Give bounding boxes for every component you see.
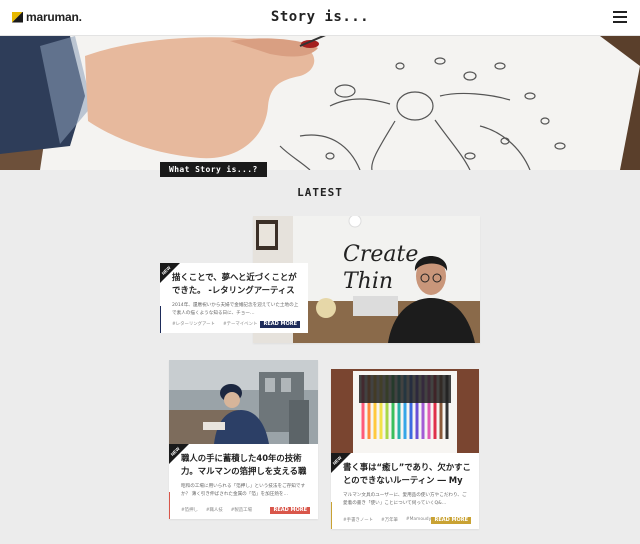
article-card-foil-stamping[interactable]: NEW 職人の手に蓄積した40年の技術力。マルマンの箔押しを支える職人（… 昭和… [169,360,318,519]
article-title[interactable]: 職人の手に蓄積した40年の技術力。マルマンの箔押しを支える職人（… [181,452,310,477]
article-title[interactable]: 書く事は“癒し”であり、欠かすことのできないルーティン ― My … [343,461,471,486]
card-accent-line [331,502,332,529]
what-story-is-button[interactable]: What Story is...? [160,162,267,177]
article-tag[interactable]: #職人技 [206,507,223,513]
article-tag[interactable]: #レターリングアート [172,321,215,327]
read-more-button[interactable]: READ MORE [270,507,310,514]
svg-text:Thin: Thin [343,269,393,294]
article-excerpt: 昭和の工場に用いられる「箔押し」という技法をご存知ですか？ 薄く引き伸ばされた金… [181,484,306,497]
article-tag[interactable]: #箔押し [181,507,198,513]
article-tag[interactable]: #Mamoudya [406,517,434,523]
foil-stamping-craftsman-photo [169,360,318,444]
article-excerpt: 2014年、還暦祝いから夫婦で金婚記念を迎えていた土地の上で素人の描くような知る… [172,303,299,316]
article-tag[interactable]: #手書きノート [343,517,373,523]
read-more-button[interactable]: READ MORE [260,321,300,328]
card-accent-line [160,306,161,333]
hamburger-menu-icon[interactable] [613,11,627,23]
article-tag[interactable]: #万年筆 [381,517,398,523]
hero-image [0,36,640,170]
article-tag[interactable]: #テーマイベント [223,321,257,327]
hero-illustration [0,36,640,170]
svg-text:Create: Create [343,242,418,267]
article-card-foil-info: 職人の手に蓄積した40年の技術力。マルマンの箔押しを支える職人（… 昭和の工場に… [169,444,318,519]
article-excerpt: マルマン文具のユーザーに、愛用品の使い方やこだわり、ご愛着の書き「使い」ことにつ… [343,493,467,506]
read-more-button[interactable]: READ MORE [431,517,471,524]
article-card-routine-info: 書く事は“癒し”であり、欠かすことのできないルーティン ― My … マルマン文… [331,453,479,529]
brush-pens-photo [331,369,479,453]
card-accent-line [169,492,170,519]
article-card-my-routine[interactable]: NEW 書く事は“癒し”であり、欠かすことのできないルーティン ― My … マ… [331,369,479,529]
site-header: maruman. Story is... [0,0,640,36]
article-tag[interactable]: #製造工場 [231,507,252,513]
page-title: Story is... [270,9,370,25]
article-card-lettering-info[interactable]: NEW 描くことで、夢へと近づくことができた。 -レタリングアーティスト … 2… [160,263,308,333]
article-title[interactable]: 描くことで、夢へと近づくことができた。 -レタリングアーティスト … [172,271,300,296]
latest-heading: LATEST [297,186,343,199]
